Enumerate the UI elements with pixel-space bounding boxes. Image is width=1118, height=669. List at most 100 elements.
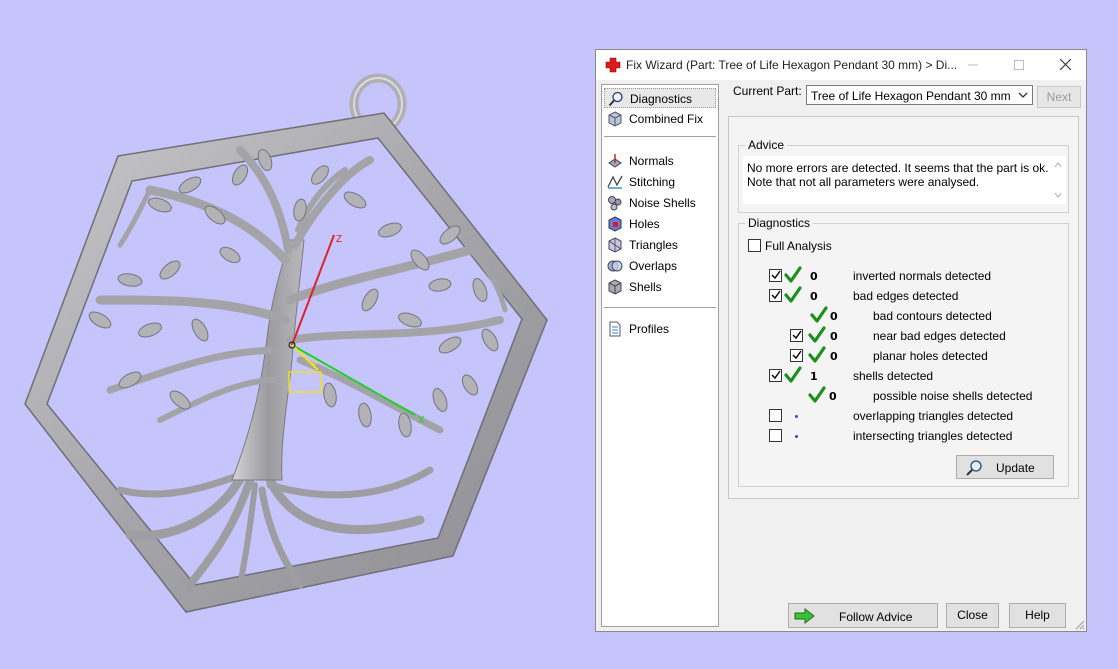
nav-divider [604,307,716,308]
cube-icon [608,111,622,127]
diag-count: 0 [829,390,837,403]
nav-item-label: Stitching [629,175,676,189]
close-icon [1059,58,1071,71]
checkmark-icon [771,370,781,380]
green-check-icon [808,346,826,363]
current-part-value: Tree of Life Hexagon Pendant 30 mm [811,89,1011,103]
diag-count: 0 [810,270,818,283]
wizard-nav: Diagnostics Combined Fix Normals Stitchi… [601,84,719,627]
checkmark-icon [792,350,802,360]
update-button[interactable]: Update [956,455,1054,479]
diagnostics-group: Diagnostics Full Analysis 0 inverted nor… [738,216,1069,487]
shells-icon [608,279,622,295]
resize-grip-icon[interactable] [1073,618,1085,630]
maximize-button[interactable] [996,50,1042,80]
nav-item-stitching[interactable]: Stitching [604,172,716,192]
document-icon [609,321,621,337]
inverted-normals-checkbox[interactable] [769,269,782,282]
advice-line-2: Note that not all parameters were analys… [747,175,980,189]
pendant-model: Z X Y [24,73,548,613]
minimize-button[interactable] [950,50,996,80]
title-bar[interactable]: Fix Wizard (Part: Tree of Life Hexagon P… [596,50,1086,80]
nav-item-label: Normals [629,154,674,168]
diag-text: inverted normals detected [853,269,992,283]
magnifier-icon [608,91,623,107]
pending-dot-icon [795,415,798,418]
next-button[interactable]: Next [1037,86,1081,108]
nav-item-label: Combined Fix [629,112,704,126]
fix-wizard-window: Fix Wizard (Part: Tree of Life Hexagon P… [595,49,1087,632]
nav-item-label: Shells [629,280,662,294]
nav-item-combined-fix[interactable]: Combined Fix [604,109,716,129]
help-button[interactable]: Help [1009,603,1066,628]
green-check-icon [808,326,826,343]
magnifier-icon [966,460,982,476]
follow-advice-label: Follow Advice [839,610,913,624]
nav-item-normals[interactable]: Normals [604,151,716,171]
nav-item-noise-shells[interactable]: Noise Shells [604,193,716,213]
green-check-icon [784,266,802,283]
full-analysis-checkbox[interactable] [748,239,761,252]
advice-scrollbar[interactable] [1050,156,1066,204]
advice-legend: Advice [745,138,788,152]
axis-x-label: X [418,415,425,426]
diag-text: shells detected [853,369,934,383]
nav-item-diagnostics[interactable]: Diagnostics [604,88,716,108]
pending-dot-icon [795,435,798,438]
nav-item-label: Profiles [629,322,670,336]
diag-text: intersecting triangles detected [853,429,1013,443]
diag-text: bad edges detected [853,289,959,303]
normals-icon [608,154,622,168]
nav-divider [604,136,716,137]
stitching-icon [607,175,623,189]
nav-item-holes[interactable]: Holes [604,214,716,234]
checkmark-icon [771,270,781,280]
intersecting-triangles-checkbox[interactable] [769,429,782,442]
follow-advice-button[interactable]: Follow Advice [788,603,938,628]
diag-count: 0 [830,350,838,363]
overlaps-icon [607,260,623,272]
diagnostics-panel: Advice No more errors are detected. It s… [728,116,1079,499]
close-window-button[interactable] [1042,50,1088,80]
diag-text: planar holes detected [873,349,988,363]
nav-item-overlaps[interactable]: Overlaps [604,256,716,276]
diag-count: 0 [810,290,818,303]
3d-viewport[interactable]: Z X Y [0,0,590,666]
nav-item-triangles[interactable]: Triangles [604,235,716,255]
near-bad-edges-checkbox[interactable] [790,329,803,342]
checkmark-icon [771,290,781,300]
nav-item-profiles[interactable]: Profiles [604,319,716,339]
window-title: Fix Wizard (Part: Tree of Life Hexagon P… [626,58,956,72]
diag-text: possible noise shells detected [873,389,1033,403]
shells-checkbox[interactable] [769,369,782,382]
advice-line-1: No more errors are detected. It seems th… [747,161,1049,175]
close-button[interactable]: Close [946,603,999,628]
update-label: Update [996,461,1035,475]
nav-item-label: Diagnostics [630,92,693,106]
holes-icon [608,216,622,232]
diag-count: 0 [830,330,838,343]
green-check-icon [784,286,802,303]
nav-item-label: Triangles [629,238,678,252]
tree-trunk [231,239,305,481]
noise-shells-icon [608,196,622,211]
current-part-select[interactable]: Tree of Life Hexagon Pendant 30 mm [806,85,1033,105]
diag-text: bad contours detected [873,309,992,323]
advice-textbox: No more errors are detected. It seems th… [743,156,1066,204]
diagnostics-legend: Diagnostics [745,216,814,230]
nav-item-shells[interactable]: Shells [604,277,716,297]
axis-z-label: Z [336,234,342,245]
bad-edges-checkbox[interactable] [769,289,782,302]
overlapping-triangles-checkbox[interactable] [769,409,782,422]
chevron-down-icon [1018,92,1028,98]
triangles-icon [608,237,622,253]
diag-text: near bad edges detected [873,329,1006,343]
green-check-icon [784,366,802,383]
diag-count: 0 [830,310,838,323]
planar-holes-checkbox[interactable] [790,349,803,362]
green-check-icon [810,306,828,323]
checkmark-icon [792,330,802,340]
green-arrow-icon [794,608,815,624]
nav-item-label: Overlaps [629,259,678,273]
red-cross-icon [605,57,621,73]
